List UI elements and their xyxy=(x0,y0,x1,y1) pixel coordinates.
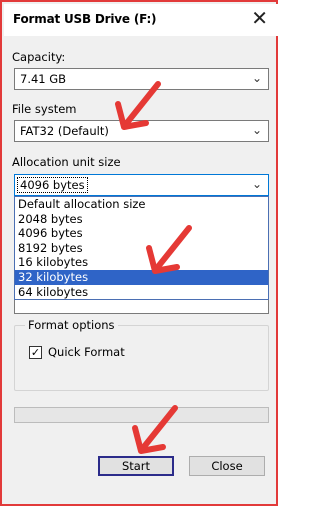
dropdown-option[interactable]: 4096 bytes xyxy=(15,226,268,241)
file-system-label: File system xyxy=(12,102,77,116)
allocation-select[interactable]: 4096 bytes ⌄ xyxy=(14,174,269,196)
capacity-select[interactable]: 7.41 GB ⌄ xyxy=(14,68,269,90)
hidden-combo-edge xyxy=(14,300,269,314)
allocation-label: Allocation unit size xyxy=(12,155,121,169)
allocation-dropdown-list: Default allocation size 2048 bytes 4096 … xyxy=(14,196,269,300)
close-icon[interactable]: ✕ xyxy=(251,8,268,28)
dropdown-option[interactable]: 16 kilobytes xyxy=(15,255,268,270)
title-bar: Format USB Drive (F:) ✕ xyxy=(4,4,278,36)
dropdown-option-highlighted[interactable]: 32 kilobytes xyxy=(15,269,268,285)
format-options-title: Format options xyxy=(25,318,118,332)
chevron-down-icon: ⌄ xyxy=(251,71,262,85)
start-button[interactable]: Start xyxy=(98,456,174,476)
file-system-select[interactable]: FAT32 (Default) ⌄ xyxy=(14,120,269,142)
window-title: Format USB Drive (F:) xyxy=(13,12,157,26)
file-system-value: FAT32 (Default) xyxy=(20,124,109,138)
dropdown-option[interactable]: 2048 bytes xyxy=(15,212,268,227)
capacity-value: 7.41 GB xyxy=(20,72,67,86)
close-button[interactable]: Close xyxy=(189,456,265,476)
chevron-down-icon: ⌄ xyxy=(251,123,262,137)
capacity-label: Capacity: xyxy=(12,50,66,64)
dropdown-option[interactable]: 64 kilobytes xyxy=(15,285,268,300)
quick-format-checkbox[interactable]: ✓ xyxy=(29,346,42,359)
format-progress-bar xyxy=(14,407,269,423)
dropdown-option[interactable]: Default allocation size xyxy=(15,197,268,212)
chevron-down-icon: ⌄ xyxy=(251,177,262,191)
format-options-group: Format options ✓ Quick Format xyxy=(14,318,269,391)
allocation-value: 4096 bytes xyxy=(17,177,88,193)
dropdown-option[interactable]: 8192 bytes xyxy=(15,241,268,256)
quick-format-label[interactable]: Quick Format xyxy=(48,345,125,359)
